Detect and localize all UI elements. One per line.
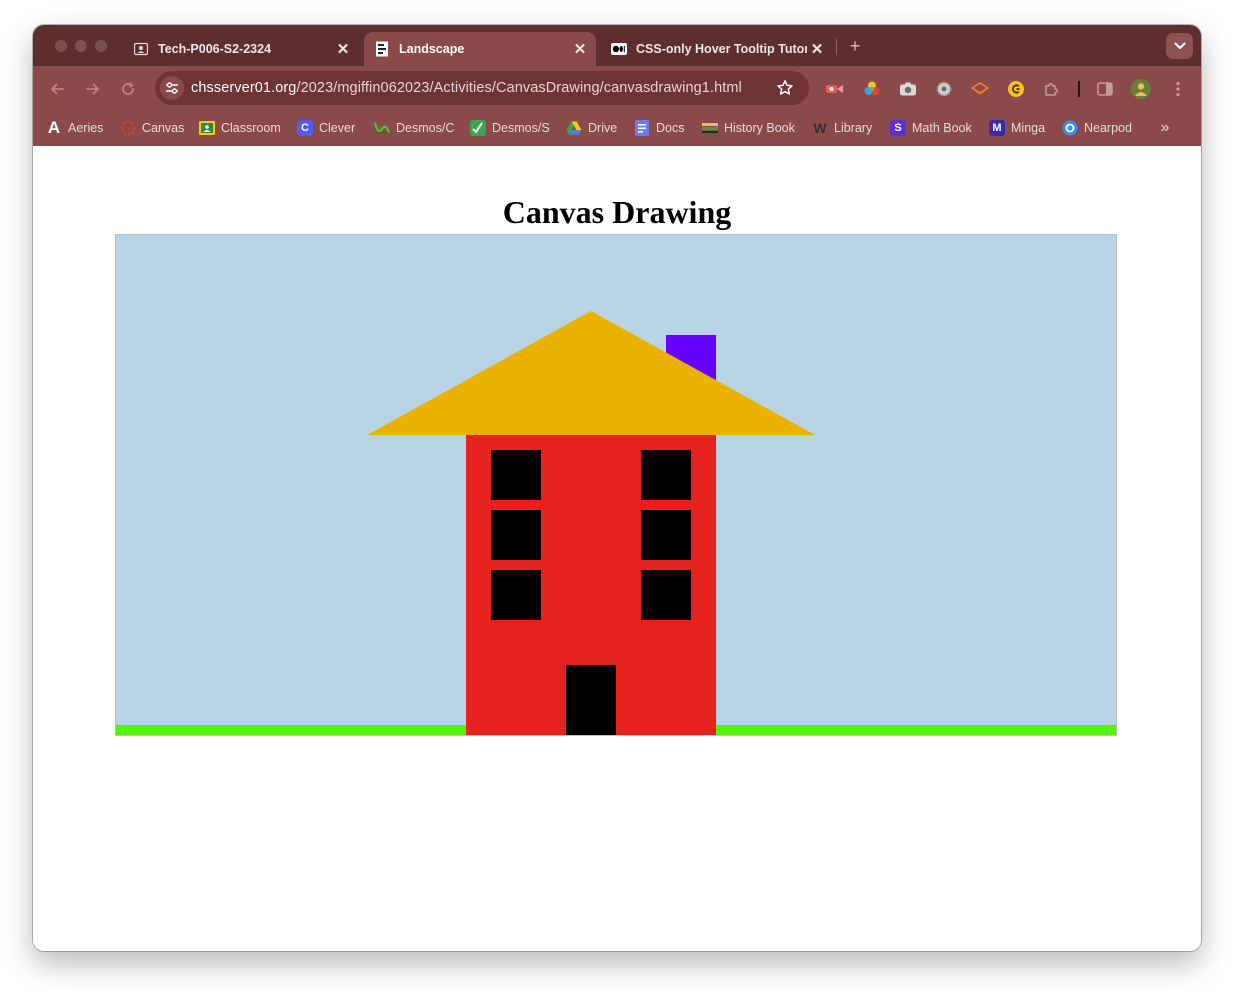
canvas-drawing	[116, 235, 1116, 735]
bookmark-desmos-s[interactable]: Desmos/S	[470, 119, 550, 137]
bookmark-label: Math Book	[912, 121, 972, 135]
library-icon: W	[813, 120, 827, 136]
drawing-canvas	[115, 234, 1117, 736]
window-right-bottom	[641, 570, 691, 620]
layers-extension-icon[interactable]	[970, 79, 990, 99]
medium-icon	[611, 41, 627, 57]
forward-button[interactable]	[81, 77, 105, 101]
bookmark-history-book[interactable]: History Book	[702, 119, 795, 137]
side-panel-icon[interactable]	[1095, 79, 1115, 99]
address-bar[interactable]: chsserver01.org/2023/mgiffin062023/Activ…	[155, 71, 809, 105]
bookmark-label: Desmos/S	[492, 121, 550, 135]
tab-landscape[interactable]: Landscape ✕	[364, 32, 596, 66]
window-minimize-dot[interactable]	[75, 40, 87, 52]
canvas-icon	[120, 120, 136, 136]
bookmarks-bar: A Aeries Canvas Classroom C Clever Desmo…	[33, 111, 1201, 146]
bookmark-aeries[interactable]: A Aeries	[46, 118, 104, 137]
page-viewport: Canvas Drawing	[33, 146, 1201, 951]
bookmark-label: Desmos/C	[396, 121, 455, 135]
docs-icon	[634, 120, 650, 136]
puzzle-icon[interactable]	[1042, 79, 1062, 99]
tab-title: Landscape	[399, 42, 465, 56]
close-icon[interactable]: ✕	[570, 39, 590, 59]
url-text: chsserver01.org/2023/mgiffin062023/Activ…	[191, 80, 742, 96]
bookmark-label: Classroom	[221, 121, 281, 135]
tab-title: Tech-P006-S2-2324	[158, 42, 272, 56]
bookmark-canvas[interactable]: Canvas	[120, 119, 184, 137]
screen-recorder-extension-icon[interactable]	[825, 79, 845, 99]
bookmark-desmos-c[interactable]: Desmos/C	[374, 119, 454, 137]
arrow-right-icon	[86, 83, 99, 95]
back-button[interactable]	[45, 77, 69, 101]
window-right-middle	[641, 510, 691, 560]
bookmark-math-book[interactable]: S Math Book	[890, 119, 972, 137]
classroom-icon	[199, 120, 215, 136]
reload-button[interactable]	[116, 77, 140, 101]
math-book-icon: S	[890, 120, 906, 136]
page-title: Canvas Drawing	[502, 194, 732, 230]
bookmark-label: History Book	[724, 121, 795, 135]
new-tab-button[interactable]: +	[845, 36, 865, 56]
bookmark-minga[interactable]: M Minga	[989, 119, 1045, 137]
window-right-top	[641, 450, 691, 500]
bookmark-label: Library	[834, 121, 873, 135]
close-icon[interactable]: ✕	[807, 39, 827, 59]
window-left-middle	[491, 510, 541, 560]
bookmark-star-icon[interactable]	[774, 77, 796, 99]
bookmark-docs[interactable]: Docs	[634, 119, 684, 137]
minga-icon: M	[989, 120, 1005, 136]
bookmark-drive[interactable]: Drive	[566, 119, 617, 137]
bookmarks-overflow-icon[interactable]: »	[1154, 118, 1176, 138]
bookmark-label: Drive	[588, 121, 618, 135]
history-book-icon	[702, 120, 718, 136]
close-icon[interactable]: ✕	[333, 39, 353, 59]
color-picker-extension-icon[interactable]	[862, 79, 882, 99]
bookmark-library[interactable]: W Library	[812, 119, 872, 137]
window-close-dot[interactable]	[55, 40, 67, 52]
tab-search-button[interactable]	[1166, 33, 1193, 59]
url-path: /2023/mgiffin062023/Activities/CanvasDra…	[296, 80, 742, 96]
tab-tech-p006[interactable]: Tech-P006-S2-2324 ✕	[123, 32, 359, 66]
bookmark-label: Canvas	[142, 121, 185, 135]
tab-title: CSS-only Hover Tooltip Tutori	[636, 42, 807, 56]
grammar-extension-icon[interactable]	[1006, 79, 1026, 99]
bookmark-label: Clever	[319, 121, 356, 135]
tab-css-tooltip[interactable]: CSS-only Hover Tooltip Tutori ✕	[601, 32, 833, 66]
toolbar: chsserver01.org/2023/mgiffin062023/Activ…	[33, 66, 1201, 111]
tab-separator	[836, 39, 837, 55]
arrow-left-icon	[51, 83, 64, 95]
nearpod-icon	[1062, 120, 1078, 136]
url-host: chsserver01.org	[191, 80, 297, 96]
drive-icon	[566, 120, 582, 136]
browser-window: Tech-P006-S2-2324 ✕ Landscape ✕ CSS-only…	[33, 25, 1201, 951]
door	[566, 665, 616, 735]
aeries-icon: A	[47, 118, 61, 137]
profile-avatar-icon[interactable]	[1131, 79, 1151, 99]
bookmark-label: Docs	[656, 121, 685, 135]
site-settings-icon[interactable]	[160, 76, 184, 100]
window-left-top	[491, 450, 541, 500]
chevron-down-icon	[1174, 42, 1185, 49]
bookmark-clever[interactable]: C Clever	[297, 119, 355, 137]
toolbar-divider	[1078, 81, 1080, 97]
bookmark-label: Nearpod	[1084, 121, 1132, 135]
more-menu-icon[interactable]	[1168, 79, 1188, 99]
classroom-icon	[133, 41, 149, 57]
settings-extension-icon[interactable]	[934, 79, 954, 99]
window-left-bottom	[491, 570, 541, 620]
bookmark-label: Minga	[1011, 121, 1046, 135]
bookmark-label: Aeries	[68, 121, 104, 135]
bookmark-nearpod[interactable]: Nearpod	[1062, 119, 1132, 137]
page-icon	[374, 41, 390, 57]
tab-strip: Tech-P006-S2-2324 ✕ Landscape ✕ CSS-only…	[33, 25, 1201, 66]
camera-extension-icon[interactable]	[898, 79, 918, 99]
reload-icon	[122, 82, 134, 95]
desmos-icon	[374, 120, 390, 136]
clever-icon: C	[297, 120, 313, 136]
window-zoom-dot[interactable]	[95, 40, 107, 52]
desmos-scientific-icon	[470, 120, 486, 136]
bookmark-classroom[interactable]: Classroom	[199, 119, 281, 137]
